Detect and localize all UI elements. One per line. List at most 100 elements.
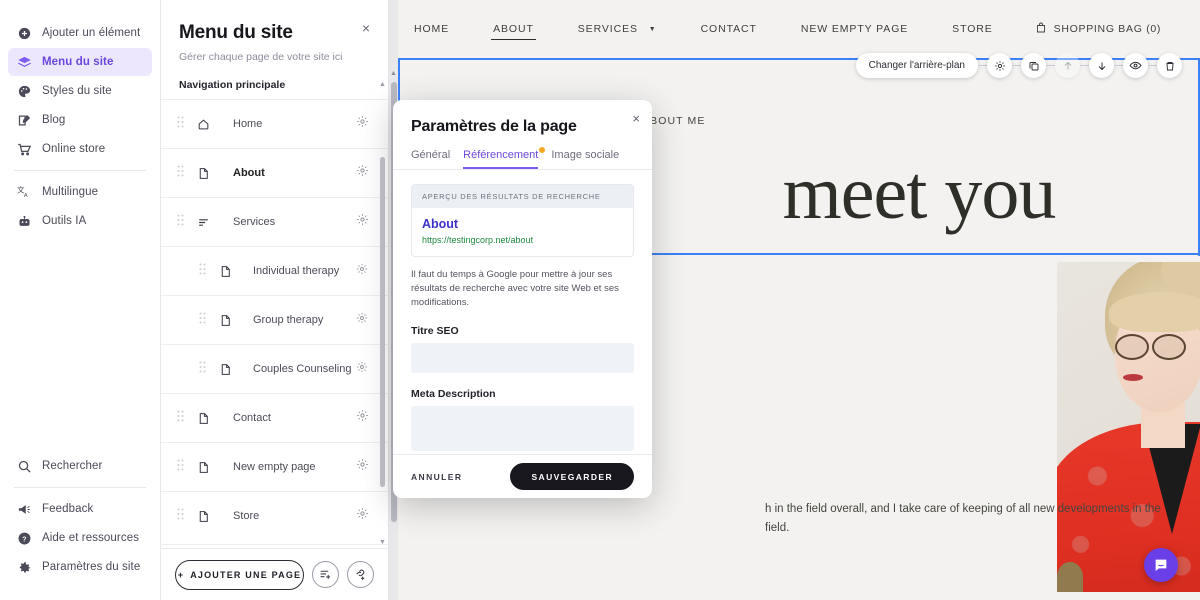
scroll-down-arrow-icon[interactable]: ▼: [379, 539, 386, 546]
photo-lips: [1123, 374, 1143, 381]
tab-image-sociale[interactable]: Image sociale: [551, 149, 619, 169]
preview-title: About: [422, 217, 459, 231]
add-menu-item-button[interactable]: [312, 561, 339, 588]
rail-item-ajouter-un-element[interactable]: Ajouter un élément: [8, 19, 152, 47]
page-settings-gear-icon[interactable]: [356, 115, 372, 133]
page-row[interactable]: Services: [161, 197, 388, 246]
move-section-down-button[interactable]: [1089, 53, 1114, 78]
search-icon: [16, 458, 32, 474]
meta-description-input[interactable]: [411, 406, 634, 451]
shopping-bag-label: SHOPPING BAG (0): [1053, 23, 1162, 35]
page-row[interactable]: Store: [161, 491, 388, 540]
add-link-button[interactable]: [347, 561, 374, 588]
duplicate-section-button[interactable]: [1021, 53, 1046, 78]
rail-item-label: Multilingue: [42, 186, 99, 198]
hide-section-button[interactable]: [1123, 53, 1148, 78]
rail-divider-2: [14, 487, 146, 488]
page-label: About: [233, 167, 265, 179]
panel-scrollbar[interactable]: ▲ ▼: [379, 79, 386, 548]
svg-text:A: A: [23, 192, 27, 198]
site-menu-panel: Menu du site Gérer chaque page de votre …: [161, 0, 389, 600]
shopping-bag-link[interactable]: SHOPPING BAG (0): [1035, 21, 1161, 37]
rail-item-label: Feedback: [42, 503, 94, 515]
nav-link-new-empty-page[interactable]: NEW EMPTY PAGE: [799, 19, 910, 39]
page-row[interactable]: About: [161, 148, 388, 197]
page-settings-gear-icon[interactable]: [356, 262, 372, 280]
drag-handle-icon[interactable]: [177, 164, 187, 182]
list-plus-icon: [320, 570, 331, 579]
drag-handle-icon[interactable]: [177, 213, 187, 231]
chevron-down-icon: ▼: [648, 25, 657, 33]
drag-handle-icon[interactable]: [177, 458, 187, 476]
nav-link-store[interactable]: STORE: [950, 19, 994, 39]
rail-item-rechercher[interactable]: Rechercher: [8, 452, 152, 480]
drag-handle-icon[interactable]: [199, 360, 209, 378]
drag-handle-icon[interactable]: [199, 311, 209, 329]
chat-support-button[interactable]: [1144, 548, 1178, 582]
modal-close-icon[interactable]: ×: [632, 111, 640, 126]
page-settings-gear-icon[interactable]: [356, 409, 372, 427]
rail-item-outils-ia[interactable]: Outils IA: [8, 207, 152, 235]
rail-item-aide-et-ressources[interactable]: ? Aide et ressources: [8, 524, 152, 552]
add-page-button[interactable]: + AJOUTER UNE PAGE: [175, 559, 304, 590]
panel-scrollbar-thumb[interactable]: [380, 157, 385, 487]
delete-section-button[interactable]: [1157, 53, 1182, 78]
gear-icon: [994, 60, 1005, 71]
rail-item-blog[interactable]: Blog: [8, 106, 152, 134]
photo-bangs: [1109, 292, 1200, 332]
tab-referencement[interactable]: Référencement: [463, 147, 546, 169]
rail-item-parametres-du-site[interactable]: Paramètres du site: [8, 553, 152, 581]
rail-item-styles-du-site[interactable]: Styles du site: [8, 77, 152, 105]
tab-general[interactable]: Général: [411, 149, 450, 169]
panel-title: Menu du site: [179, 22, 293, 43]
panel-close-icon[interactable]: ×: [358, 20, 374, 36]
section-settings-button[interactable]: [987, 53, 1012, 78]
list-icon: [197, 216, 213, 229]
page-label: Home: [233, 118, 263, 130]
page-settings-gear-icon[interactable]: [356, 507, 372, 525]
page-row[interactable]: Couples Counseling: [161, 344, 388, 393]
page-settings-gear-icon[interactable]: [356, 164, 372, 182]
move-section-up-button[interactable]: [1055, 53, 1080, 78]
nav-link-about[interactable]: ABOUT: [491, 19, 536, 40]
page-settings-gear-icon[interactable]: [356, 311, 372, 329]
page-row[interactable]: Individual therapy: [161, 246, 388, 295]
save-button[interactable]: SAUVEGARDER: [510, 463, 634, 490]
page-row[interactable]: Home: [161, 99, 388, 148]
page-settings-gear-icon[interactable]: [356, 458, 372, 476]
arrow-up-icon: [1064, 61, 1071, 69]
nav-link-contact[interactable]: CONTACT: [699, 19, 759, 39]
rail-item-multilingue[interactable]: 文A Multilingue: [8, 178, 152, 206]
nav-link-services[interactable]: SERVICES ▼: [576, 19, 659, 39]
rail-item-online-store[interactable]: Online store: [8, 135, 152, 163]
change-background-button[interactable]: Changer l'arrière-plan: [855, 53, 978, 78]
drag-handle-icon[interactable]: [199, 262, 209, 280]
svg-text:?: ?: [22, 536, 26, 543]
page-row[interactable]: Contact: [161, 393, 388, 442]
drag-handle-icon[interactable]: [177, 409, 187, 427]
nav-link-home[interactable]: HOME: [412, 19, 451, 39]
page-settings-gear-icon[interactable]: [356, 213, 372, 231]
canvas-scroll-up-arrow-icon[interactable]: ▲: [390, 70, 397, 77]
cancel-button[interactable]: ANNULER: [411, 472, 462, 482]
question-circle-icon: ?: [16, 530, 32, 546]
rail-item-label: Menu du site: [42, 56, 114, 68]
google-update-note: Il faut du temps à Google pour mettre à …: [411, 269, 619, 308]
drag-handle-icon[interactable]: [177, 507, 187, 525]
drag-handle-icon[interactable]: [177, 115, 187, 133]
scroll-up-arrow-icon[interactable]: ▲: [379, 81, 386, 88]
left-rail: Ajouter un élément Menu du site Styles d…: [0, 0, 161, 600]
panel-footer-bar: + AJOUTER UNE PAGE: [161, 548, 388, 600]
rail-divider-1: [14, 170, 146, 171]
page-icon: [197, 510, 213, 523]
seo-title-label: Titre SEO: [411, 325, 459, 337]
tab-referencement-label: Référencement: [463, 149, 539, 161]
preview-header-label: APERÇU DES RÉSULTATS DE RECHERCHE: [412, 185, 633, 208]
page-row[interactable]: Group therapy: [161, 295, 388, 344]
app-root: Ajouter un élément Menu du site Styles d…: [0, 0, 1200, 600]
rail-item-feedback[interactable]: Feedback: [8, 495, 152, 523]
seo-title-input[interactable]: [411, 343, 634, 373]
rail-item-menu-du-site[interactable]: Menu du site: [8, 48, 152, 76]
page-row[interactable]: New empty page: [161, 442, 388, 491]
page-settings-gear-icon[interactable]: [356, 360, 372, 378]
